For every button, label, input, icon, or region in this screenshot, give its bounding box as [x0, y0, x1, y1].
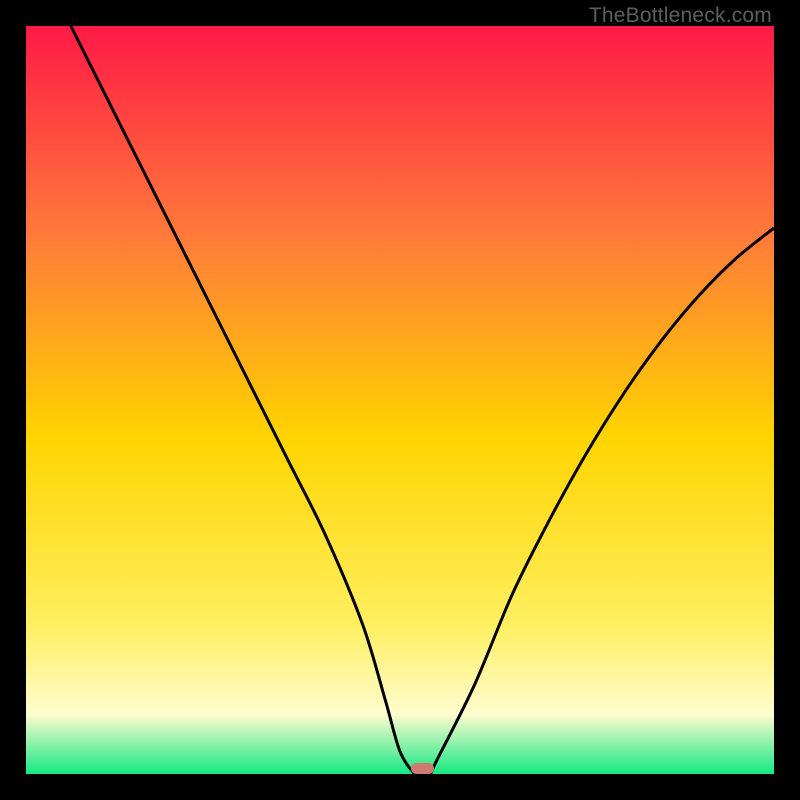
plot-area [26, 26, 774, 774]
chart-frame: TheBottleneck.com [0, 0, 800, 800]
optimum-marker [411, 763, 433, 774]
watermark-text: TheBottleneck.com [589, 4, 772, 28]
bottleneck-curve [26, 26, 774, 774]
